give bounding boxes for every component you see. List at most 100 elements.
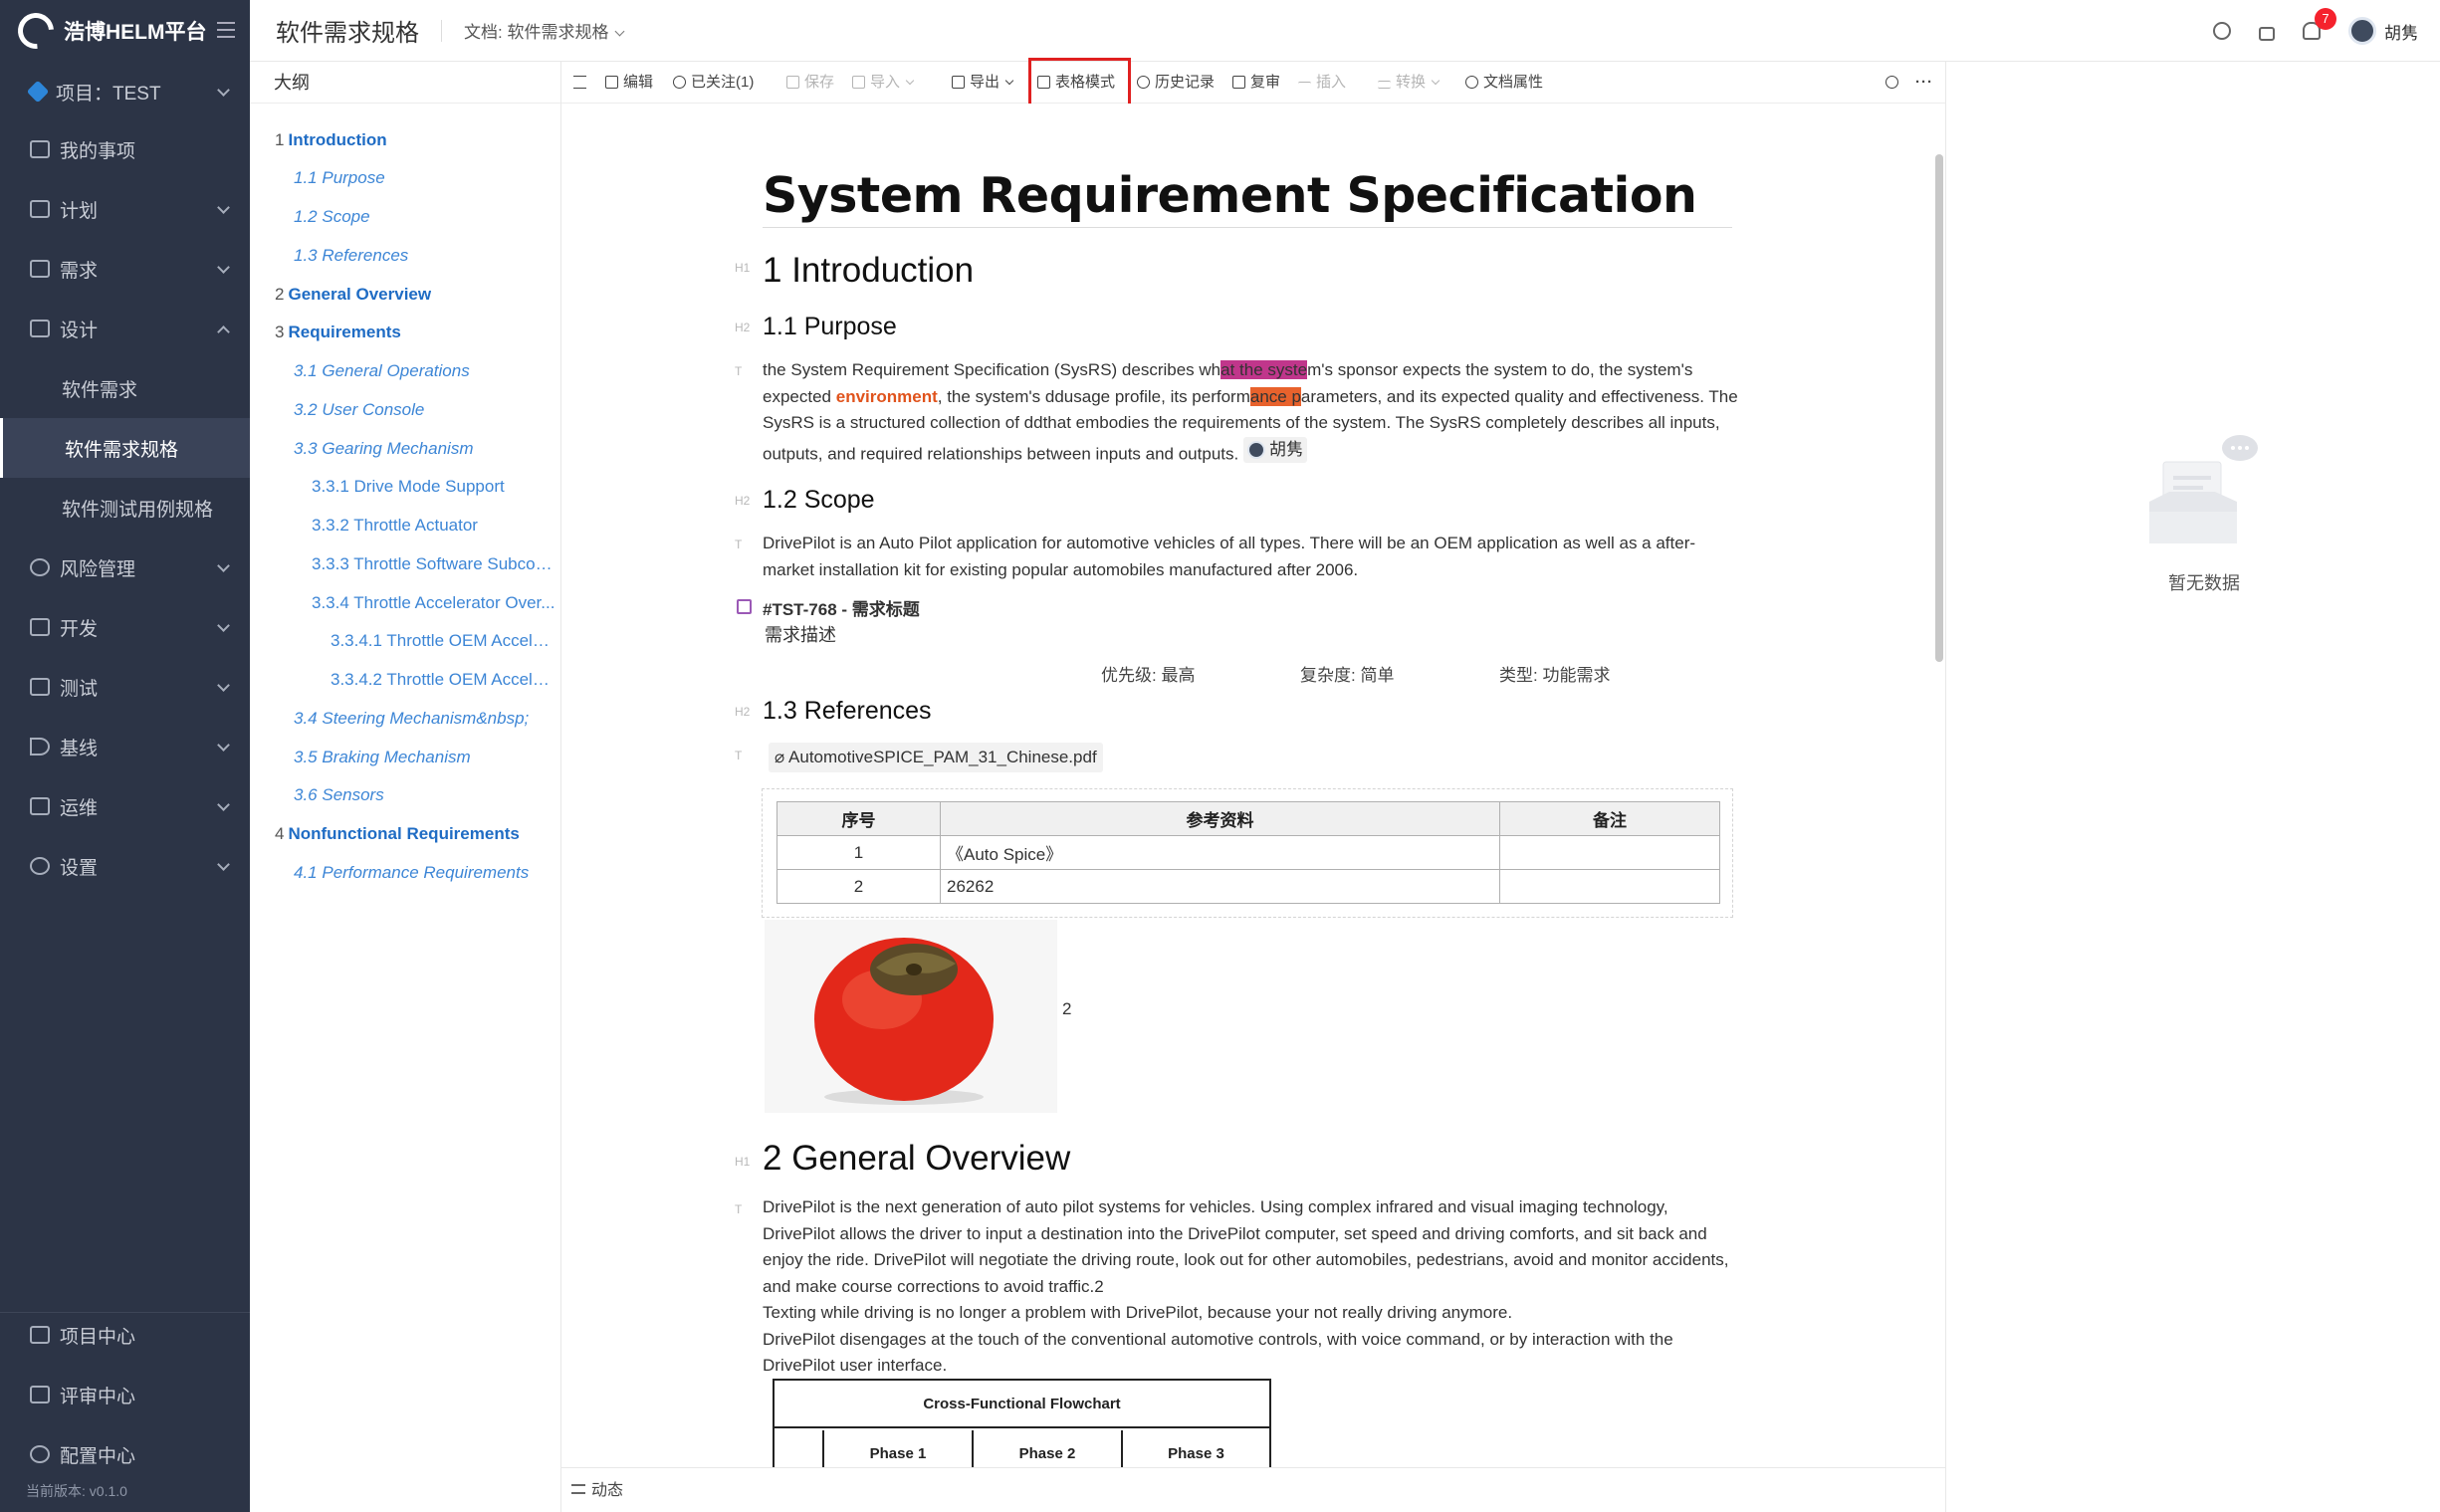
clock-icon (1137, 76, 1150, 89)
help-icon[interactable] (2213, 22, 2231, 40)
highlight-comment[interactable]: at the syste (1220, 360, 1308, 379)
outline-item[interactable]: 3.5 Braking Mechanism (294, 748, 471, 767)
app-logo[interactable]: 浩博HELM平台 (0, 0, 250, 62)
outline-item[interactable]: 3.3.4.2 Throttle OEM Acceler... (331, 670, 557, 690)
outline-item[interactable]: 2 General Overview (275, 285, 431, 305)
doc-selector[interactable]: 文档: 软件需求规格 (464, 18, 625, 43)
export-button[interactable]: 导出 (952, 62, 1014, 104)
outline-item[interactable]: 3.3 Gearing Mechanism (294, 439, 473, 459)
outline-item[interactable]: 3.3.3 Throttle Software Subcon... (312, 554, 557, 574)
sidebar-item-software-test-case-spec[interactable]: 软件测试用例规格 (0, 478, 250, 538)
outline-item[interactable]: 3.1 General Operations (294, 361, 470, 381)
insert-button[interactable]: 插入 (1298, 62, 1346, 104)
chevron-down-icon (217, 261, 230, 274)
review-icon (1232, 76, 1245, 89)
sidebar-item-label: 运维 (60, 797, 99, 819)
outline-item[interactable]: 3.6 Sensors (294, 785, 384, 805)
outline-item[interactable]: 4.1 Performance Requirements (294, 863, 529, 883)
table-cell[interactable]: 1 (776, 835, 941, 870)
settings-button[interactable] (1885, 62, 1903, 104)
doc-properties-button[interactable]: 文档属性 (1465, 62, 1543, 104)
follow-button[interactable]: 已关注(1) (673, 62, 754, 104)
user-menu[interactable]: 胡隽 (2348, 17, 2418, 45)
review-button[interactable]: 复审 (1232, 62, 1280, 104)
sidebar-item-config-center[interactable]: 配置中心 (0, 1424, 250, 1484)
outline-item[interactable]: 3.3.4.1 Throttle OEM Acceler... (331, 631, 557, 651)
outline-item[interactable]: 3.3.4 Throttle Accelerator Over... (312, 593, 555, 613)
convert-label: 转换 (1396, 74, 1427, 91)
outline-item[interactable]: 3.2 User Console (294, 400, 424, 420)
outline-item[interactable]: 1 Introduction (275, 130, 387, 150)
edit-button[interactable]: 编辑 (605, 62, 653, 104)
activity-bar[interactable]: 动态 (561, 1467, 1945, 1512)
more-options-icon[interactable]: ··· (1915, 62, 1933, 104)
sidebar-item-ops[interactable]: 运维 (0, 776, 250, 836)
highlight-comment[interactable]: ance p (1249, 386, 1301, 406)
outline-item[interactable]: 3.3.1 Drive Mode Support (312, 477, 505, 497)
import-button[interactable]: 导入 (852, 62, 915, 104)
document-scrollbar[interactable] (1935, 154, 1943, 662)
attachment-link[interactable]: ⌀ AutomotiveSPICE_PAM_31_Chinese.pdf (769, 743, 1103, 772)
sidebar-item-review-center[interactable]: 评审中心 (0, 1365, 250, 1424)
emphasized-term: environment (835, 386, 938, 406)
insert-label: 插入 (1316, 74, 1347, 91)
persimmon-image[interactable] (765, 920, 1057, 1113)
chevron-down-icon (217, 739, 230, 752)
table-cell[interactable]: 2 (776, 869, 941, 904)
sidebar-item-label: 设置 (60, 857, 99, 879)
sidebar-item-plan[interactable]: 计划 (0, 179, 250, 239)
general-overview-paragraph[interactable]: DrivePilot is the next generation of aut… (763, 1194, 1738, 1380)
outline-toggle-icon[interactable] (573, 62, 591, 104)
sidebar-item-my-tasks[interactable]: 我的事项 (0, 119, 250, 179)
general-overview-text: Texting while driving is no longer a pro… (763, 1303, 1513, 1322)
requirement-card[interactable]: #TST-768 - 需求标题 需求描述 优先级: 最高 复杂度: 简单 类型:… (737, 595, 1732, 685)
sidebar-item-label: 评审中心 (60, 1386, 136, 1407)
text-marker: T (735, 538, 743, 551)
scope-paragraph[interactable]: DrivePilot is an Auto Pilot application … (763, 531, 1738, 583)
outline-item-label: 3.3.3 Throttle Software Subcon... (312, 554, 557, 573)
cross-functional-flowchart[interactable]: Cross-Functional Flowchart Phase 1 Phase… (773, 1379, 1271, 1467)
sidebar-item-settings[interactable]: 设置 (0, 836, 250, 896)
table-cell[interactable]: 《Auto Spice》 (940, 835, 1500, 870)
send-icon (30, 738, 50, 756)
outline-item[interactable]: 3.4 Steering Mechanism&nbsp; (294, 709, 529, 729)
history-button[interactable]: 历史记录 (1137, 62, 1215, 104)
table-header: 参考资料 (940, 801, 1500, 836)
sidebar-item-software-requirements[interactable]: 软件需求 (0, 358, 250, 418)
outline-item[interactable]: 3.3.2 Throttle Actuator (312, 516, 478, 536)
chevron-up-icon (217, 325, 230, 338)
sidebar-item-project-center[interactable]: 项目中心 (0, 1305, 250, 1365)
purpose-paragraph[interactable]: the System Requirement Specification (Sy… (763, 357, 1738, 467)
activity-label: 动态 (591, 1482, 624, 1499)
user-mention[interactable]: 胡隽 (1242, 436, 1307, 463)
sidebar-item-software-requirement-spec[interactable]: 软件需求规格 (0, 418, 250, 478)
sidebar-item-test[interactable]: 测试 (0, 657, 250, 717)
save-button[interactable]: 保存 (786, 62, 834, 104)
outline-item-label: General Overview (288, 285, 432, 304)
bell-icon[interactable]: 7 (2303, 8, 2336, 40)
text-marker: T (735, 364, 743, 378)
project-selector[interactable]: 项目：TEST (0, 62, 250, 121)
sidebar-item-design[interactable]: 设计 (0, 299, 250, 358)
sidebar-item-baseline[interactable]: 基线 (0, 717, 250, 776)
edit-icon (30, 140, 50, 158)
table-cell[interactable]: 26262 (940, 869, 1500, 904)
chevron-down-icon (217, 559, 230, 572)
outline-item[interactable]: 4 Nonfunctional Requirements (275, 824, 520, 844)
outline-item[interactable]: 1.1 Purpose (294, 168, 385, 188)
outline-item[interactable]: 1.3 References (294, 246, 408, 266)
lock-icon[interactable] (2259, 27, 2275, 41)
heading-marker: H2 (735, 705, 751, 719)
document-title: System Requirement Specification (763, 167, 1697, 224)
sidebar-item-develop[interactable]: 开发 (0, 597, 250, 657)
sidebar-item-requirements[interactable]: 需求 (0, 239, 250, 299)
collapse-menu-icon[interactable] (217, 22, 235, 38)
outline-item[interactable]: 1.2 Scope (294, 207, 370, 227)
requirement-id[interactable]: #TST-768 - 需求标题 (763, 595, 920, 620)
table-cell[interactable] (1499, 869, 1720, 904)
convert-button[interactable]: 转换 (1378, 62, 1441, 104)
outline-item[interactable]: 3 Requirements (275, 323, 401, 342)
sidebar-item-risk[interactable]: 风险管理 (0, 538, 250, 597)
outline-item-number: 1 (275, 130, 285, 149)
table-cell[interactable] (1499, 835, 1720, 870)
